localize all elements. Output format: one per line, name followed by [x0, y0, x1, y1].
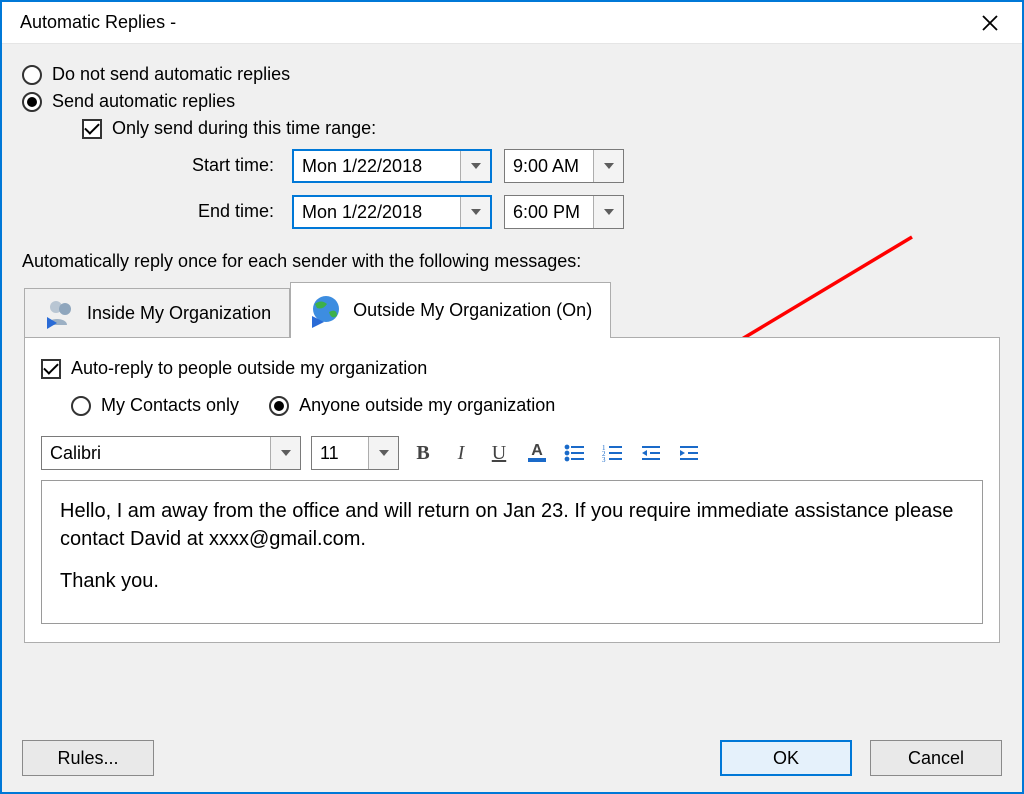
option-my-contacts-only[interactable]: My Contacts only — [71, 395, 239, 416]
tab-outside-org[interactable]: Outside My Organization (On) — [290, 282, 611, 338]
increase-indent-button[interactable] — [675, 439, 703, 467]
people-icon — [43, 297, 77, 331]
message-paragraph: Hello, I am away from the office and wil… — [60, 497, 964, 553]
checkbox-icon[interactable] — [82, 119, 102, 139]
rules-button[interactable]: Rules... — [22, 740, 154, 776]
cancel-button[interactable]: Cancel — [870, 740, 1002, 776]
chevron-down-icon[interactable] — [593, 196, 623, 228]
italic-button[interactable]: I — [447, 439, 475, 467]
tab-inside-org[interactable]: Inside My Organization — [24, 288, 290, 338]
option-anyone-outside[interactable]: Anyone outside my organization — [269, 395, 555, 416]
instruction-text: Automatically reply once for each sender… — [22, 251, 1002, 272]
message-editor[interactable]: Hello, I am away from the office and wil… — [41, 480, 983, 624]
font-family-value: Calibri — [42, 437, 270, 469]
radio-icon[interactable] — [71, 396, 91, 416]
chevron-down-icon[interactable] — [270, 437, 300, 469]
font-color-button[interactable]: A — [523, 439, 551, 467]
globe-icon — [309, 294, 343, 328]
only-range-label: Only send during this time range: — [112, 118, 376, 139]
font-size-value: 11 — [312, 437, 368, 469]
tab-inside-label: Inside My Organization — [87, 303, 271, 324]
end-date-combo[interactable]: Mon 1/22/2018 — [292, 195, 492, 229]
format-toolbar: Calibri 11 B I U A 123 — [41, 436, 983, 470]
dialog-content: Do not send automatic replies Send autom… — [2, 44, 1022, 643]
svg-text:3: 3 — [602, 456, 606, 462]
outside-scope-group: My Contacts only Anyone outside my organ… — [71, 389, 983, 422]
radio-icon[interactable] — [269, 396, 289, 416]
end-date-value: Mon 1/22/2018 — [294, 197, 460, 227]
option-send-label: Send automatic replies — [52, 91, 235, 112]
font-family-combo[interactable]: Calibri — [41, 436, 301, 470]
option-send[interactable]: Send automatic replies — [22, 91, 1002, 112]
ok-button[interactable]: OK — [720, 740, 852, 776]
bulleted-list-button[interactable] — [561, 439, 589, 467]
option-only-range[interactable]: Only send during this time range: — [82, 118, 1002, 139]
option-do-not-send[interactable]: Do not send automatic replies — [22, 64, 1002, 85]
start-time-label: Start time: — [150, 149, 280, 183]
anyone-outside-label: Anyone outside my organization — [299, 395, 555, 416]
chevron-down-icon[interactable] — [460, 151, 490, 181]
chevron-down-icon[interactable] — [460, 197, 490, 227]
decrease-indent-button[interactable] — [637, 439, 665, 467]
font-size-combo[interactable]: 11 — [311, 436, 399, 470]
bold-button[interactable]: B — [409, 439, 437, 467]
window-title: Automatic Replies - — [20, 12, 176, 33]
automatic-replies-dialog: Automatic Replies - Do not send automati… — [0, 0, 1024, 794]
start-date-value: Mon 1/22/2018 — [294, 151, 460, 181]
end-time-label: End time: — [150, 195, 280, 229]
time-range-grid: Start time: Mon 1/22/2018 9:00 AM End ti… — [150, 149, 1002, 229]
my-contacts-label: My Contacts only — [101, 395, 239, 416]
tab-panel-outside: Auto-reply to people outside my organiza… — [24, 337, 1000, 643]
dialog-footer: Rules... OK Cancel — [2, 728, 1022, 792]
start-time-value: 9:00 AM — [505, 150, 593, 182]
close-icon[interactable] — [970, 3, 1010, 43]
tab-outside-label: Outside My Organization (On) — [353, 300, 592, 321]
radio-icon[interactable] — [22, 92, 42, 112]
option-do-not-send-label: Do not send automatic replies — [52, 64, 290, 85]
titlebar: Automatic Replies - — [2, 2, 1022, 44]
enable-outside-autoreply[interactable]: Auto-reply to people outside my organiza… — [41, 358, 983, 379]
enable-outside-label: Auto-reply to people outside my organiza… — [71, 358, 427, 379]
start-time-combo[interactable]: 9:00 AM — [504, 149, 624, 183]
end-time-value: 6:00 PM — [505, 196, 593, 228]
tabs: Inside My Organization Outside My Organi… — [24, 282, 1000, 338]
chevron-down-icon[interactable] — [368, 437, 398, 469]
checkbox-icon[interactable] — [41, 359, 61, 379]
tabs-container: Inside My Organization Outside My Organi… — [24, 282, 1000, 643]
start-date-combo[interactable]: Mon 1/22/2018 — [292, 149, 492, 183]
chevron-down-icon[interactable] — [593, 150, 623, 182]
underline-button[interactable]: U — [485, 439, 513, 467]
end-time-combo[interactable]: 6:00 PM — [504, 195, 624, 229]
numbered-list-button[interactable]: 123 — [599, 439, 627, 467]
message-paragraph: Thank you. — [60, 567, 964, 595]
radio-icon[interactable] — [22, 65, 42, 85]
